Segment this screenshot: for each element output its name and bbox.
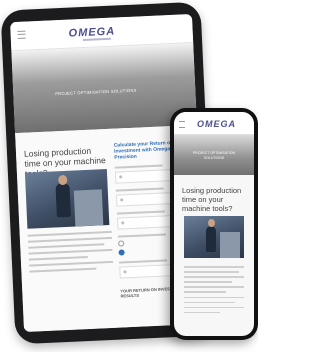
phone-notch	[204, 108, 216, 111]
person-graphic	[206, 226, 216, 252]
person-head-graphic	[208, 219, 215, 227]
phone-device: OMEGA PROJECT OPTIMISATION SOLUTIONS Los…	[170, 108, 258, 340]
page-heading: Losing production time on your machine t…	[182, 186, 242, 213]
field-label	[114, 164, 163, 169]
person-graphic	[55, 182, 71, 218]
menu-icon[interactable]	[17, 30, 26, 39]
body-text-placeholder	[184, 266, 244, 317]
machine-tool-graphic	[73, 189, 104, 227]
field-label	[119, 259, 168, 264]
menu-icon[interactable]	[179, 121, 185, 128]
hero-text: PROJECT OPTIMISATION SOLUTIONS	[55, 87, 137, 97]
field-label	[117, 233, 166, 238]
logo-underline	[82, 37, 111, 41]
machine-tool-graphic	[220, 232, 240, 258]
field-label	[115, 187, 164, 192]
hero-banner: PROJECT OPTIMISATION SOLUTIONS	[11, 43, 197, 134]
hero-text: PROJECT OPTIMISATION SOLUTIONS	[192, 151, 236, 160]
field-label	[116, 210, 165, 215]
radio-option-1[interactable]	[118, 240, 125, 247]
radio-option-2[interactable]	[118, 249, 125, 256]
logo[interactable]: OMEGA	[197, 119, 236, 129]
device-mockup: OMEGA PROJECT OPTIMISATION SOLUTIONS Los…	[0, 0, 258, 352]
phone-header: OMEGA	[174, 112, 254, 135]
machinist-photo	[24, 169, 110, 229]
machinist-photo	[184, 216, 244, 258]
hero-banner: PROJECT OPTIMISATION SOLUTIONS	[174, 135, 254, 175]
body-text-placeholder	[27, 230, 114, 277]
phone-screen: OMEGA PROJECT OPTIMISATION SOLUTIONS Los…	[174, 112, 254, 336]
